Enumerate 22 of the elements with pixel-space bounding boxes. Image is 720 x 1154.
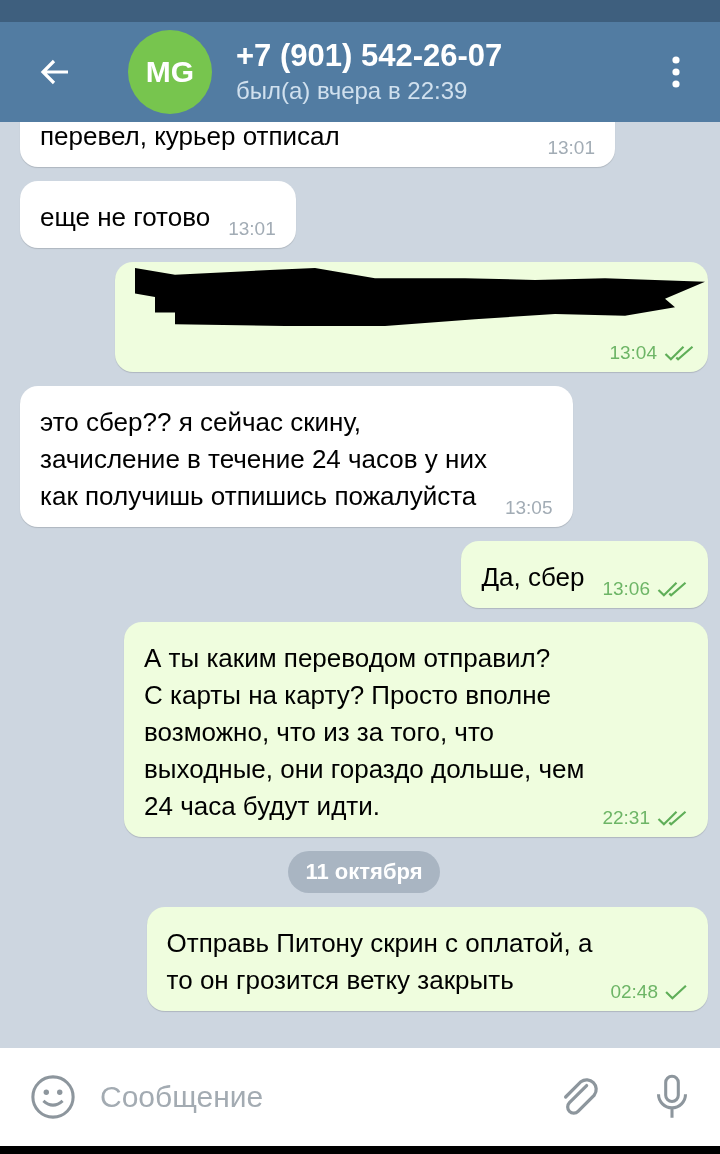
message-text: А ты каким переводом отправил? С карты на карту? Просто вполне возможно, что из за того, что выходные, они гораздо дольше, чем 24 часа будут идти.	[144, 642, 585, 823]
contact-name: +7 (901) 542-26-07	[236, 37, 504, 75]
message-text: еще не готово	[40, 201, 211, 234]
back-icon[interactable]	[40, 59, 70, 85]
message-time: 13:04	[609, 342, 657, 364]
date-separator: 11 октября	[288, 851, 440, 893]
message-text: Да, сбер	[481, 561, 585, 594]
message-text: это сбер?? я сейчас скину, зачисление в течение 24 часов у них как получишь отпишись пожалуйста	[40, 406, 487, 513]
message-input[interactable]: Сообщение	[90, 1080, 544, 1114]
message-text: Отправь Питону скрин с оплатой, а то он грозится ветку закрыть	[166, 927, 593, 997]
last-seen-status: был(а) вчера в 22:39	[236, 76, 469, 106]
message-time: 22:31	[602, 807, 650, 829]
avatar[interactable]: MG	[128, 30, 212, 114]
smiley-icon[interactable]	[30, 1074, 76, 1120]
menu-icon[interactable]	[672, 56, 680, 88]
message-time: 13:01	[228, 218, 276, 240]
message-time: 02:48	[610, 981, 658, 1003]
message-time: 13:06	[602, 578, 650, 600]
message-time: 13:05	[504, 497, 553, 519]
message-text: перевел, курьер отписал	[40, 122, 340, 153]
message-time: 13:01	[547, 137, 595, 159]
microphone-icon[interactable]	[654, 1074, 690, 1120]
